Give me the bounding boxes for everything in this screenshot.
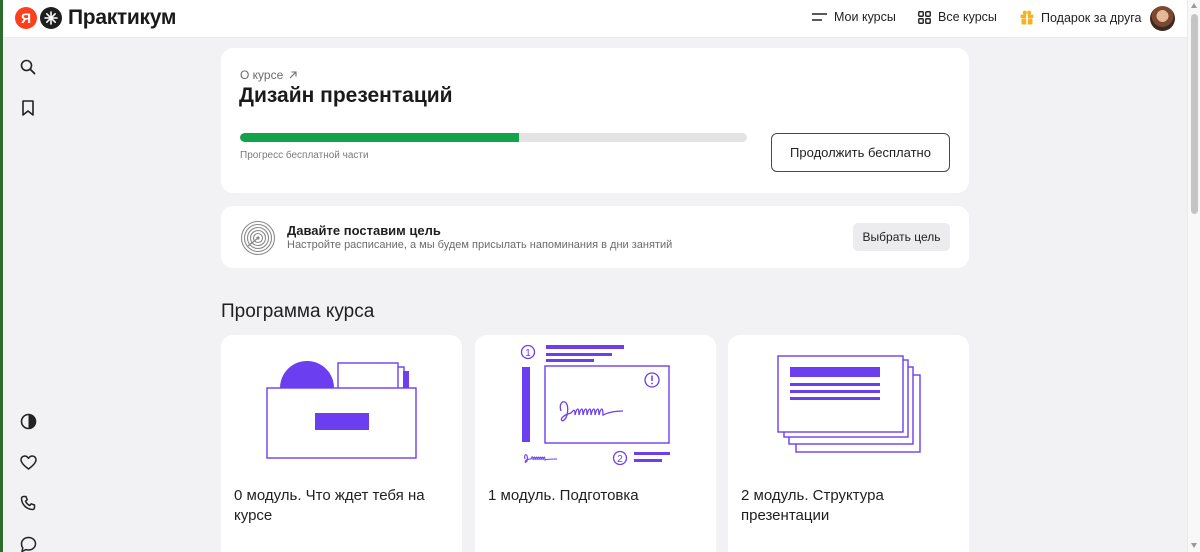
heart-icon[interactable]	[18, 452, 38, 472]
page-title: Дизайн презентаций	[239, 84, 453, 107]
progress-bar-fill	[240, 133, 519, 142]
external-arrow-icon	[289, 71, 297, 79]
goal-card: Давайте поставим цель Настройте расписан…	[221, 206, 969, 268]
search-icon[interactable]	[18, 57, 38, 77]
avatar[interactable]	[1150, 6, 1175, 31]
module-card-2[interactable]: 2 модуль. Структура презентации	[728, 335, 969, 552]
scrollbar[interactable]	[1187, 0, 1200, 552]
about-course-link[interactable]: О курсе	[240, 68, 297, 82]
scroll-down-arrow-icon[interactable]	[1191, 543, 1197, 548]
choose-goal-button[interactable]: Выбрать цель	[853, 223, 950, 251]
step-number-1: 1	[525, 348, 531, 359]
practicum-star-icon	[40, 7, 62, 29]
nav-label: Мои курсы	[834, 10, 896, 24]
logo[interactable]: Я Практикум	[15, 6, 176, 30]
module-title: 0 модуль. Что ждет тебя на курсе	[234, 487, 425, 524]
module-card-1[interactable]: 1 2 1 модуль. Подготовка	[475, 335, 716, 552]
folder-illustration	[266, 361, 417, 459]
program-section-title: Программа курса	[221, 301, 375, 322]
target-dial-icon	[240, 220, 276, 256]
module-title: 2 модуль. Структура презентации	[741, 487, 884, 524]
nav-label: Все курсы	[938, 10, 997, 24]
goal-subtitle: Настройте расписание, а мы будем присыла…	[287, 239, 673, 251]
signature-document-illustration: 1 2	[520, 344, 670, 466]
window-frame-edge	[0, 0, 3, 552]
module-title: 1 модуль. Подготовка	[488, 487, 639, 504]
step-number-2: 2	[617, 454, 623, 465]
gift-icon	[1020, 10, 1034, 25]
nav-gift-for-friend[interactable]: Подарок за друга	[1020, 10, 1142, 25]
nav-all-courses[interactable]: Все курсы	[918, 10, 997, 24]
module-card-0[interactable]: 0 модуль. Что ждет тебя на курсе	[221, 335, 462, 552]
menu-lines-icon	[812, 13, 827, 21]
course-progress-card: О курсе Дизайн презентаций Прогресс бесп…	[221, 48, 969, 193]
chat-icon[interactable]	[18, 534, 38, 552]
bookmark-icon[interactable]	[18, 98, 38, 118]
continue-free-button[interactable]: Продолжить бесплатно	[771, 133, 950, 172]
yandex-logo-icon: Я	[15, 7, 37, 29]
scroll-thumb[interactable]	[1191, 14, 1198, 214]
about-course-label: О курсе	[240, 68, 284, 82]
nav-label: Подарок за друга	[1041, 10, 1142, 25]
progress-bar	[240, 133, 747, 142]
grid-icon	[918, 10, 931, 24]
phone-icon[interactable]	[18, 493, 38, 513]
top-header: Я Практикум Мои курсы Все курсы Подарок …	[3, 0, 1187, 38]
nav-my-courses[interactable]: Мои курсы	[812, 10, 896, 24]
logo-text: Практикум	[68, 6, 177, 29]
scroll-up-arrow-icon[interactable]	[1191, 3, 1197, 8]
progress-label: Прогресс бесплатной части	[240, 150, 369, 161]
slides-stack-illustration	[777, 355, 921, 453]
goal-title: Давайте поставим цель	[287, 223, 441, 238]
theme-contrast-icon[interactable]	[18, 411, 38, 431]
